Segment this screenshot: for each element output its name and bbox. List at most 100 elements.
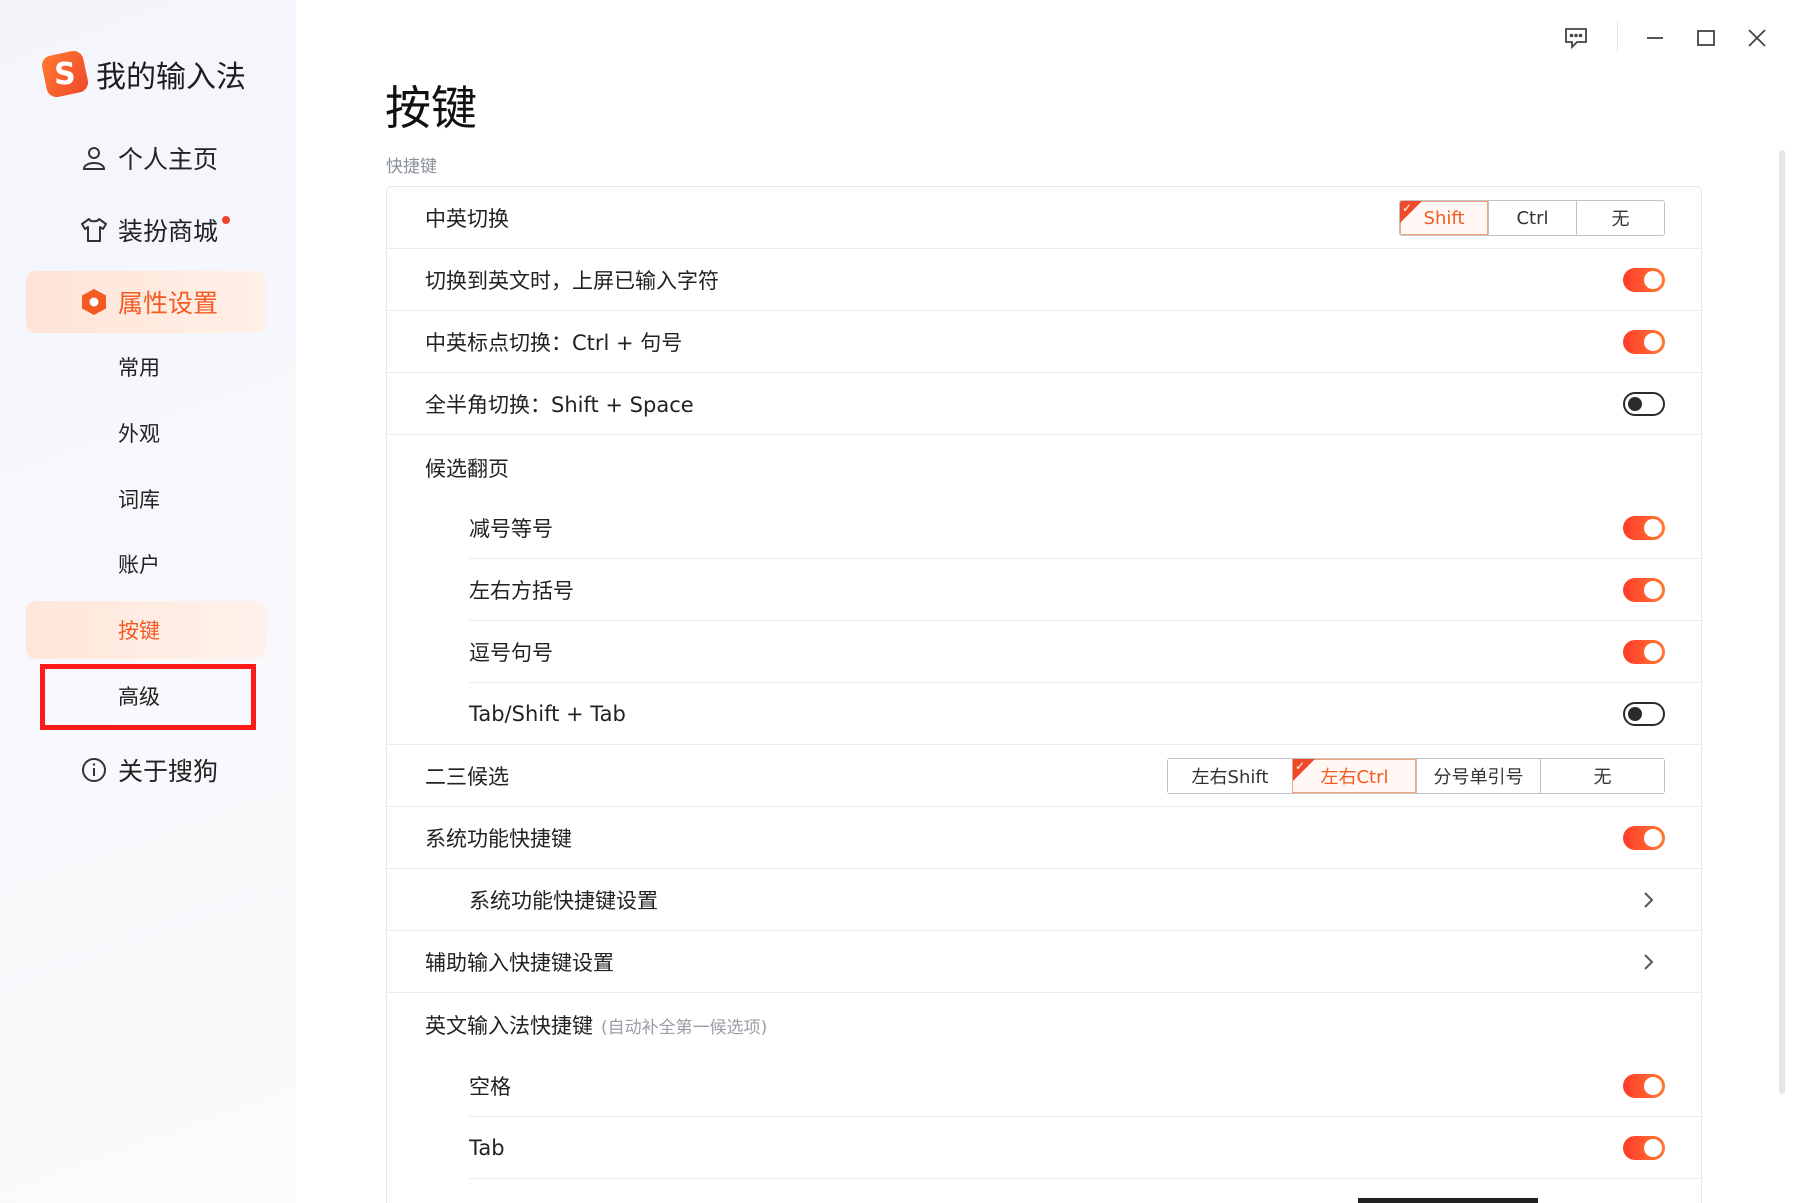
sidebar-subitem-label: 词库 — [118, 488, 160, 512]
row-label: 中英切换 — [425, 207, 509, 231]
feedback-button[interactable] — [1556, 18, 1596, 58]
row-label: 左右方括号 — [469, 579, 574, 603]
row-label: 二三候选 — [425, 765, 509, 789]
check-icon: ✓ — [1402, 201, 1413, 215]
english-tab-toggle[interactable] — [1623, 1136, 1665, 1160]
sidebar-item-label: 个人主页 — [118, 145, 219, 174]
sidebar-item-skin-store[interactable]: 装扮商城 — [26, 199, 266, 261]
punct-switch-toggle[interactable] — [1623, 330, 1665, 354]
sogou-logo-icon: S — [40, 49, 90, 99]
sidebar-subitem-dictionary[interactable]: 词库 — [26, 470, 266, 528]
sidebar-subitem-label: 账户 — [118, 553, 160, 577]
sidebar-subitem-keys[interactable]: 按键 — [26, 601, 266, 659]
row-label: 系统功能快捷键 — [425, 827, 572, 851]
check-icon: ✓ — [1295, 759, 1306, 773]
row-english-space: 空格 — [387, 1055, 1701, 1117]
feedback-icon — [1565, 28, 1587, 49]
option-ctrl[interactable]: Ctrl — [1488, 201, 1576, 235]
chevron-right-icon — [1644, 954, 1654, 970]
sidebar-item-label: 关于搜狗 — [118, 757, 219, 786]
close-button[interactable] — [1737, 18, 1777, 58]
row-width-switch: 全半角切换：Shift + Space — [387, 373, 1701, 435]
row-label: 切换到英文时，上屏已输入字符 — [425, 269, 719, 293]
sidebar-item-about[interactable]: 关于搜狗 — [26, 739, 266, 801]
row-label: 减号等号 — [469, 517, 553, 541]
divider — [387, 434, 1701, 435]
option-left-right-shift[interactable]: 左右Shift — [1168, 759, 1292, 793]
chevron-right-icon — [1644, 892, 1654, 908]
row-label: Tab — [469, 1136, 505, 1160]
commit-on-switch-toggle[interactable] — [1623, 268, 1665, 292]
notification-dot — [222, 216, 231, 224]
row-paging-tab: Tab/Shift + Tab — [387, 683, 1701, 745]
row-second-third-candidate: 二三候选 左右Shift ✓ 左右Ctrl 分号单引号 无 — [387, 745, 1701, 807]
window-controls-separator — [1617, 22, 1618, 52]
highlight-box — [40, 664, 256, 730]
paging-brackets-toggle[interactable] — [1623, 578, 1665, 602]
option-none[interactable]: 无 — [1576, 201, 1664, 235]
sidebar-subitem-common[interactable]: 常用 — [26, 338, 266, 396]
row-commit-on-switch: 切换到英文时，上屏已输入字符 — [387, 249, 1701, 311]
row-label: 候选翻页 — [425, 457, 509, 481]
sidebar: S 我的输入法 个人主页 装扮商城 属性设置 常用 外观 词库 账户 按键 高级… — [0, 0, 296, 1203]
maximize-icon — [1697, 30, 1715, 46]
minimize-button[interactable] — [1635, 18, 1675, 58]
tshirt-icon — [80, 216, 108, 244]
row-label: 中英标点切换：Ctrl + 句号 — [425, 331, 683, 355]
paging-tab-toggle[interactable] — [1623, 702, 1665, 726]
english-space-toggle[interactable] — [1623, 1074, 1665, 1098]
row-paging-minus-equal: 减号等号 — [387, 497, 1701, 559]
row-label: 英文输入法快捷键 (自动补全第一候选项) — [425, 1014, 768, 1038]
vertical-scrollbar[interactable] — [1779, 150, 1785, 1094]
app-title: 我的输入法 — [96, 60, 246, 95]
maximize-button[interactable] — [1686, 18, 1726, 58]
row-label: 系统功能快捷键设置 — [469, 889, 658, 913]
row-cn-en-switch: 中英切换 ✓ Shift Ctrl 无 — [387, 187, 1701, 249]
sidebar-subitem-account[interactable]: 账户 — [26, 535, 266, 593]
row-punct-switch: 中英标点切换：Ctrl + 句号 — [387, 311, 1701, 373]
system-shortcuts-toggle[interactable] — [1623, 826, 1665, 850]
row-label: 逗号句号 — [469, 641, 553, 665]
row-note: (自动补全第一候选项) — [601, 1018, 768, 1038]
row-paging-comma-period: 逗号句号 — [387, 621, 1701, 683]
row-system-shortcuts-settings[interactable]: 系统功能快捷键设置 — [387, 869, 1701, 931]
sidebar-subitem-appearance[interactable]: 外观 — [26, 404, 266, 462]
minimize-icon — [1647, 37, 1663, 39]
horizontal-scroll-indicator — [1358, 1198, 1538, 1203]
row-assist-shortcuts-settings[interactable]: 辅助输入快捷键设置 — [387, 931, 1701, 993]
option-none[interactable]: 无 — [1540, 759, 1664, 793]
section-label: 快捷键 — [386, 157, 437, 177]
option-shift[interactable]: ✓ Shift — [1400, 201, 1488, 235]
user-icon — [80, 144, 108, 172]
page-title: 按键 — [385, 81, 477, 135]
sidebar-item-label: 装扮商城 — [118, 217, 219, 246]
sidebar-item-settings[interactable]: 属性设置 — [26, 271, 266, 333]
settings-panel: 中英切换 ✓ Shift Ctrl 无 切换到英文时，上屏已输入字符 中英标点切… — [386, 186, 1702, 1203]
sidebar-item-label: 属性设置 — [118, 289, 219, 318]
cn-en-switch-segmented: ✓ Shift Ctrl 无 — [1399, 200, 1665, 236]
info-icon — [80, 756, 108, 784]
option-left-right-ctrl[interactable]: ✓ 左右Ctrl — [1292, 759, 1416, 793]
width-switch-toggle[interactable] — [1623, 392, 1665, 416]
hexagon-settings-icon — [80, 288, 108, 316]
row-system-shortcuts: 系统功能快捷键 — [387, 807, 1701, 869]
option-semicolon-quote[interactable]: 分号单引号 — [1416, 759, 1540, 793]
sidebar-subitem-label: 按键 — [118, 619, 160, 643]
row-label: 全半角切换：Shift + Space — [425, 393, 694, 417]
row-english-tab: Tab — [387, 1117, 1701, 1179]
row-label: Tab/Shift + Tab — [469, 702, 626, 726]
close-icon — [1748, 29, 1766, 47]
divider — [469, 1178, 1701, 1179]
sidebar-subitem-label: 常用 — [118, 356, 160, 380]
row-paging-brackets: 左右方括号 — [387, 559, 1701, 621]
sidebar-item-profile[interactable]: 个人主页 — [26, 127, 266, 189]
row-english-header: 英文输入法快捷键 (自动补全第一候选项) — [387, 995, 1701, 1055]
paging-comma-period-toggle[interactable] — [1623, 640, 1665, 664]
brand: S 我的输入法 — [40, 49, 246, 99]
divider — [387, 992, 1701, 993]
row-label: 辅助输入快捷键设置 — [425, 951, 614, 975]
row-label: 空格 — [469, 1075, 511, 1099]
paging-minus-equal-toggle[interactable] — [1623, 516, 1665, 540]
second-third-segmented: 左右Shift ✓ 左右Ctrl 分号单引号 无 — [1167, 758, 1665, 794]
row-paging-header: 候选翻页 — [387, 439, 1701, 497]
